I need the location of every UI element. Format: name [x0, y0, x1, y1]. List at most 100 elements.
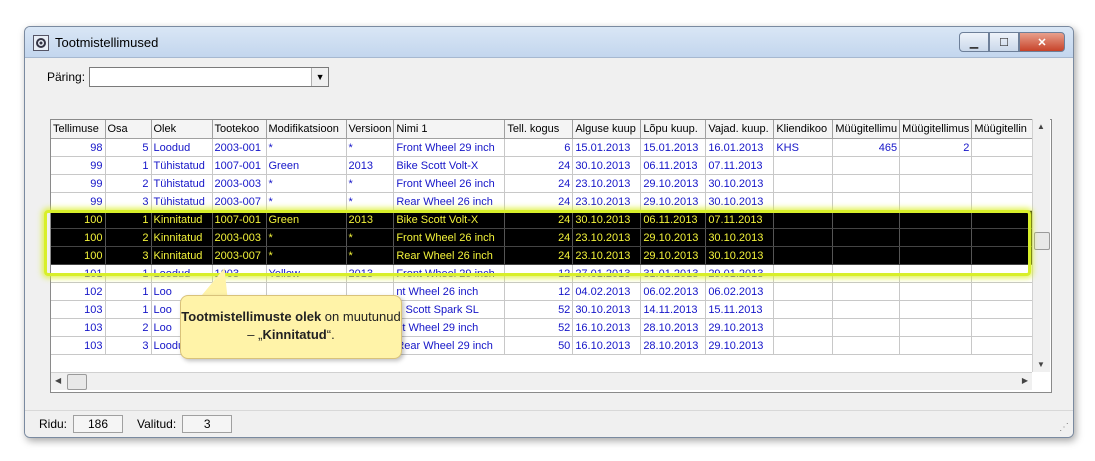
table-cell[interactable]: 3: [105, 192, 152, 211]
table-cell[interactable]: [832, 228, 901, 247]
table-cell[interactable]: 16.01.2013: [705, 138, 775, 157]
table-cell[interactable]: 29.10.2013: [705, 336, 775, 355]
vertical-scroll-thumb[interactable]: [1034, 232, 1050, 250]
table-cell[interactable]: [971, 174, 1041, 193]
table-cell[interactable]: 30.10.2013: [572, 210, 642, 229]
table-cell[interactable]: 23.10.2013: [572, 192, 642, 211]
column-header[interactable]: Nimi 1: [393, 120, 506, 139]
table-cell[interactable]: [773, 156, 834, 175]
column-header[interactable]: Müügitellimus: [899, 120, 973, 139]
table-cell[interactable]: 465: [832, 138, 901, 157]
table-cell[interactable]: Tühistatud: [151, 174, 213, 193]
table-cell[interactable]: *: [266, 138, 347, 157]
table-cell[interactable]: *: [266, 246, 347, 265]
table-cell[interactable]: 29.10.2013: [640, 192, 707, 211]
table-cell[interactable]: [832, 246, 901, 265]
table-cell[interactable]: [832, 174, 901, 193]
scroll-up-icon[interactable]: ▲: [1037, 122, 1045, 131]
table-cell[interactable]: 99: [51, 174, 106, 193]
table-cell[interactable]: [832, 336, 901, 355]
table-cell[interactable]: 98: [51, 138, 106, 157]
table-cell[interactable]: [832, 318, 901, 337]
table-cell[interactable]: Yellow: [266, 264, 347, 283]
table-cell[interactable]: [773, 282, 834, 301]
table-cell[interactable]: 24: [504, 246, 574, 265]
table-row[interactable]: 99 1 Tühistatud 1007-001 Green 2013 Bike Scott…: [51, 156, 1041, 175]
table-cell[interactable]: [773, 300, 834, 319]
table-cell[interactable]: *: [346, 246, 395, 265]
table-cell[interactable]: 2003-003: [212, 174, 267, 193]
table-cell[interactable]: Rear Wheel 29 inch: [393, 336, 506, 355]
table-cell[interactable]: 99: [51, 192, 106, 211]
table-cell[interactable]: [971, 264, 1041, 283]
table-cell[interactable]: 2003-001: [212, 138, 267, 157]
table-cell[interactable]: 16.10.2013: [572, 336, 642, 355]
table-cell[interactable]: Bike Scott Volt-X: [393, 156, 506, 175]
table-cell[interactable]: 30.10.2013: [572, 300, 642, 319]
table-cell[interactable]: 27.01.2013: [572, 264, 642, 283]
table-cell[interactable]: 1007-001: [212, 156, 267, 175]
table-cell[interactable]: [971, 336, 1041, 355]
table-cell[interactable]: 1007-001: [212, 210, 267, 229]
table-cell[interactable]: *: [266, 174, 347, 193]
table-cell[interactable]: 1: [105, 156, 152, 175]
table-cell[interactable]: Rear Wheel 26 inch: [393, 246, 506, 265]
table-cell[interactable]: nt Wheel 26 inch: [393, 282, 506, 301]
horizontal-scrollbar[interactable]: ◀ ▶: [51, 372, 1032, 390]
table-cell[interactable]: 29.10.2013: [705, 318, 775, 337]
table-cell[interactable]: [773, 264, 834, 283]
resize-grip-icon[interactable]: ⋰: [1059, 422, 1069, 433]
table-cell[interactable]: nt Wheel 29 inch: [393, 318, 506, 337]
table-cell[interactable]: Front Wheel 29 inch: [393, 264, 506, 283]
table-cell[interactable]: 30.10.2013: [705, 192, 775, 211]
table-row[interactable]: 98 5 Loodud 2003-001 * * Front Wheel 29 inch 6 1…: [51, 138, 1041, 157]
table-cell[interactable]: 2003-007: [212, 246, 267, 265]
column-header[interactable]: Osa: [105, 120, 152, 139]
table-cell[interactable]: Green: [266, 156, 347, 175]
horizontal-scroll-thumb[interactable]: [67, 374, 87, 390]
column-header[interactable]: Tellimuse: [51, 120, 106, 139]
table-cell[interactable]: 2013: [346, 210, 395, 229]
table-cell[interactable]: 30.10.2013: [572, 156, 642, 175]
column-header[interactable]: Müügitellimu: [832, 120, 901, 139]
title-bar[interactable]: Tootmistellimused ▁ ☐ ✕: [25, 27, 1073, 58]
table-cell[interactable]: *: [266, 192, 347, 211]
table-cell[interactable]: 103: [51, 336, 106, 355]
table-cell[interactable]: [773, 336, 834, 355]
table-cell[interactable]: Loodud: [151, 138, 213, 157]
table-cell[interactable]: 1: [105, 210, 152, 229]
table-cell[interactable]: 101: [51, 264, 106, 283]
table-cell[interactable]: 1: [105, 282, 152, 301]
table-cell[interactable]: Loodud: [151, 264, 213, 283]
table-cell[interactable]: Kinnitatud: [151, 210, 213, 229]
chevron-down-icon[interactable]: ▼: [311, 68, 329, 86]
table-cell[interactable]: e Scott Spark SL: [393, 300, 506, 319]
table-cell[interactable]: *: [346, 138, 395, 157]
table-cell[interactable]: Tühistatud: [151, 156, 213, 175]
table-cell[interactable]: 29.10.2013: [640, 246, 707, 265]
table-cell[interactable]: [832, 282, 901, 301]
table-cell[interactable]: 50: [504, 336, 574, 355]
table-cell[interactable]: *: [346, 192, 395, 211]
table-cell[interactable]: 16.10.2013: [572, 318, 642, 337]
table-cell[interactable]: Kinnitatud: [151, 228, 213, 247]
column-header[interactable]: Modifikatsioon: [266, 120, 347, 139]
table-cell[interactable]: 29.10.2013: [640, 174, 707, 193]
table-cell[interactable]: *: [266, 228, 347, 247]
table-cell[interactable]: 14.11.2013: [640, 300, 707, 319]
table-cell[interactable]: Rear Wheel 26 inch: [393, 192, 506, 211]
table-cell[interactable]: Bike Scott Volt-X: [393, 210, 506, 229]
table-cell[interactable]: [899, 174, 973, 193]
table-cell[interactable]: 15.11.2013: [705, 300, 775, 319]
table-cell[interactable]: 24: [504, 192, 574, 211]
table-cell[interactable]: 30.10.2013: [705, 246, 775, 265]
table-cell[interactable]: 2: [105, 318, 152, 337]
table-cell[interactable]: 06.11.2013: [640, 210, 707, 229]
table-cell[interactable]: KHS: [773, 138, 834, 157]
column-header[interactable]: Müügitellin: [971, 120, 1041, 139]
table-cell[interactable]: [971, 156, 1041, 175]
table-cell[interactable]: Front Wheel 26 inch: [393, 174, 506, 193]
table-cell[interactable]: [971, 282, 1041, 301]
table-cell[interactable]: Front Wheel 26 inch: [393, 228, 506, 247]
table-cell[interactable]: [899, 246, 973, 265]
